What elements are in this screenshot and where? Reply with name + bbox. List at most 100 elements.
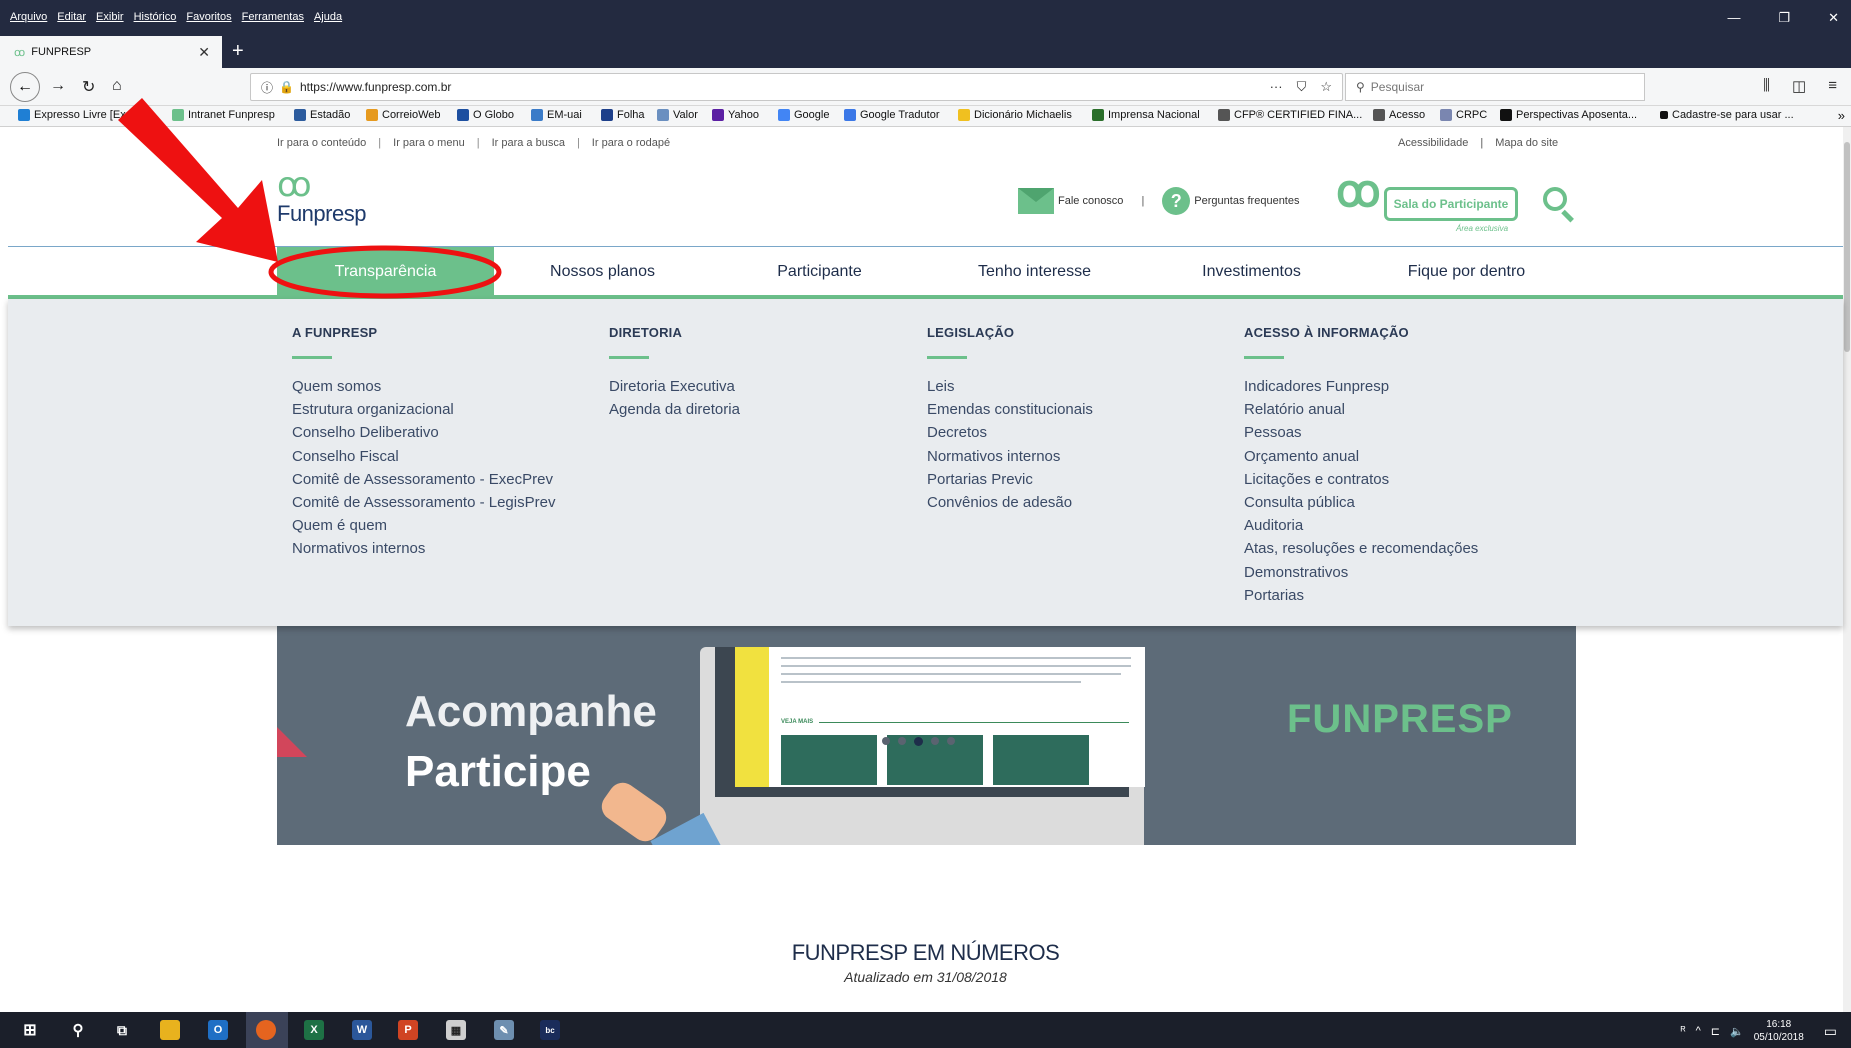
menu-favoritos[interactable]: Favoritos bbox=[186, 11, 231, 23]
menu-link[interactable]: Relatório anual bbox=[1244, 398, 1478, 421]
skip-link-menu[interactable]: Ir para o menu bbox=[393, 137, 465, 149]
menu-link[interactable]: Portarias Previc bbox=[927, 468, 1093, 491]
menu-link[interactable]: Orçamento anual bbox=[1244, 445, 1478, 468]
bookmark-item[interactable]: Estadão bbox=[294, 109, 350, 121]
bookmark-item[interactable]: Imprensa Nacional bbox=[1092, 109, 1200, 121]
minimize-icon[interactable]: — bbox=[1727, 10, 1740, 26]
bookmark-item[interactable]: Google bbox=[778, 109, 829, 121]
notifications-icon[interactable]: ▭ bbox=[1824, 1023, 1837, 1040]
library-icon[interactable]: ⫼ bbox=[1763, 77, 1770, 95]
sala-do-participante-button[interactable]: ꝏ Sala do Participante Área exclusiva bbox=[1336, 167, 1522, 233]
skip-link-rodape[interactable]: Ir para o rodapé bbox=[592, 137, 670, 149]
menu-link[interactable]: Demonstrativos bbox=[1244, 561, 1478, 584]
bookmark-star-icon[interactable]: ☆ bbox=[1320, 79, 1332, 95]
question-icon[interactable]: ? bbox=[1162, 187, 1191, 215]
menu-link[interactable]: Quem é quem bbox=[292, 514, 555, 537]
menu-editar[interactable]: Editar bbox=[57, 11, 86, 23]
nav-nossos-planos[interactable]: Nossos planos bbox=[505, 247, 700, 297]
bookmark-item[interactable]: O Globo bbox=[457, 109, 514, 121]
menu-arquivo[interactable]: Arquivo bbox=[10, 11, 47, 23]
more-bookmarks-icon[interactable]: » bbox=[1838, 108, 1845, 123]
paint-icon[interactable]: ✎ bbox=[494, 1020, 514, 1040]
menu-ferramentas[interactable]: Ferramentas bbox=[242, 11, 304, 23]
menu-link[interactable]: Diretoria Executiva bbox=[609, 375, 740, 398]
url-bar[interactable]: ⓘ 🔒 https://www.funpresp.com.br ··· ⛉ ☆ bbox=[250, 73, 1343, 101]
bookmark-item[interactable]: Google Tradutor bbox=[844, 109, 940, 121]
nav-tenho-interesse[interactable]: Tenho interesse bbox=[937, 247, 1132, 297]
volume-icon[interactable]: 🔈 bbox=[1730, 1025, 1744, 1038]
menu-link[interactable]: Normativos internos bbox=[927, 445, 1093, 468]
firefox-icon[interactable] bbox=[256, 1020, 276, 1040]
bookmark-item[interactable]: Perspectivas Aposenta... bbox=[1500, 109, 1637, 121]
menu-link[interactable]: Emendas constitucionais bbox=[927, 398, 1093, 421]
bookmark-item[interactable]: EM-uai bbox=[531, 109, 582, 121]
nav-transparencia[interactable]: Transparência bbox=[277, 247, 494, 297]
site-search-icon[interactable] bbox=[1543, 187, 1577, 223]
people-icon[interactable]: ᴿ bbox=[1681, 1025, 1686, 1037]
menu-exibir[interactable]: Exibir bbox=[96, 11, 124, 23]
bc-app-icon[interactable]: bc bbox=[540, 1020, 560, 1040]
word-icon[interactable]: W bbox=[352, 1020, 372, 1040]
skip-link-conteudo[interactable]: Ir para o conteúdo bbox=[277, 137, 366, 149]
windows-start-icon[interactable]: ⊞ bbox=[20, 1020, 40, 1040]
menu-link[interactable]: Atas, resoluções e recomendações bbox=[1244, 537, 1478, 560]
menu-link[interactable]: Indicadores Funpresp bbox=[1244, 375, 1478, 398]
bookmark-item[interactable]: Dicionário Michaelis bbox=[958, 109, 1072, 121]
menu-link[interactable]: Comitê de Assessoramento - LegisPrev bbox=[292, 491, 555, 514]
menu-link[interactable]: Decretos bbox=[927, 421, 1093, 444]
bookmark-item[interactable]: CorreioWeb bbox=[366, 109, 441, 121]
acessibilidade-link[interactable]: Acessibilidade bbox=[1398, 137, 1468, 149]
skip-link-busca[interactable]: Ir para a busca bbox=[492, 137, 565, 149]
file-explorer-icon[interactable] bbox=[160, 1020, 180, 1040]
bookmark-item[interactable]: Expresso Livre [Expr... bbox=[18, 109, 144, 121]
funpresp-logo[interactable]: ꝏ Funpresp bbox=[277, 168, 366, 227]
menu-link[interactable]: Licitações e contratos bbox=[1244, 468, 1478, 491]
pocket-icon[interactable]: ⛉ bbox=[1297, 79, 1307, 95]
menu-link[interactable]: Quem somos bbox=[292, 375, 555, 398]
nav-investimentos[interactable]: Investimentos bbox=[1154, 247, 1349, 297]
page-actions-icon[interactable]: ··· bbox=[1270, 79, 1283, 95]
carousel-dot[interactable] bbox=[931, 737, 939, 745]
restore-icon[interactable]: ❐ bbox=[1778, 10, 1790, 26]
show-hidden-icons-icon[interactable]: ^ bbox=[1696, 1025, 1701, 1037]
menu-historico[interactable]: Histórico bbox=[134, 11, 177, 23]
carousel-dot[interactable] bbox=[882, 737, 890, 745]
outlook-icon[interactable]: O bbox=[208, 1020, 228, 1040]
nav-fique-por-dentro[interactable]: Fique por dentro bbox=[1369, 247, 1564, 297]
task-view-icon[interactable]: ⧉ bbox=[112, 1020, 132, 1040]
nav-participante[interactable]: Participante bbox=[722, 247, 917, 297]
bookmark-item[interactable]: CFP® CERTIFIED FINA... bbox=[1218, 109, 1362, 121]
sidebar-icon[interactable]: ◫ bbox=[1792, 77, 1806, 95]
menu-link[interactable]: Convênios de adesão bbox=[927, 491, 1093, 514]
envelope-icon[interactable] bbox=[1018, 188, 1054, 214]
network-icon[interactable]: ⊏ bbox=[1711, 1025, 1720, 1038]
home-icon[interactable]: ⌂ bbox=[112, 77, 122, 95]
bookmark-item[interactable]: Valor bbox=[657, 109, 698, 121]
scrollbar-thumb[interactable] bbox=[1844, 142, 1850, 352]
bookmark-item[interactable]: Cadastre-se para usar ... bbox=[1660, 109, 1794, 121]
menu-link[interactable]: Conselho Deliberativo bbox=[292, 421, 555, 444]
calculator-icon[interactable]: ▦ bbox=[446, 1020, 466, 1040]
powerpoint-icon[interactable]: P bbox=[398, 1020, 418, 1040]
search-icon[interactable]: ⚲ bbox=[68, 1020, 88, 1040]
menu-link[interactable]: Normativos internos bbox=[292, 537, 555, 560]
bookmark-item[interactable]: Intranet Funpresp bbox=[172, 109, 275, 121]
bookmark-item[interactable]: Acesso bbox=[1373, 109, 1425, 121]
carousel-dot-active[interactable] bbox=[914, 737, 923, 746]
bookmark-item[interactable]: Folha bbox=[601, 109, 645, 121]
carousel-dot[interactable] bbox=[898, 737, 906, 745]
reload-icon[interactable]: ↻ bbox=[82, 77, 95, 97]
menu-link[interactable]: Agenda da diretoria bbox=[609, 398, 740, 421]
perguntas-frequentes-link[interactable]: Perguntas frequentes bbox=[1194, 195, 1299, 207]
menu-link[interactable]: Portarias bbox=[1244, 584, 1478, 607]
menu-link[interactable]: Conselho Fiscal bbox=[292, 445, 555, 468]
menu-link[interactable]: Consulta pública bbox=[1244, 491, 1478, 514]
menu-link[interactable]: Pessoas bbox=[1244, 421, 1478, 444]
hamburger-menu-icon[interactable]: ≡ bbox=[1828, 77, 1837, 95]
excel-icon[interactable]: X bbox=[304, 1020, 324, 1040]
close-window-icon[interactable]: ✕ bbox=[1828, 10, 1839, 26]
menu-ajuda[interactable]: Ajuda bbox=[314, 11, 342, 23]
menu-link[interactable]: Auditoria bbox=[1244, 514, 1478, 537]
menu-link[interactable]: Estrutura organizacional bbox=[292, 398, 555, 421]
forward-icon[interactable]: → bbox=[50, 77, 66, 95]
